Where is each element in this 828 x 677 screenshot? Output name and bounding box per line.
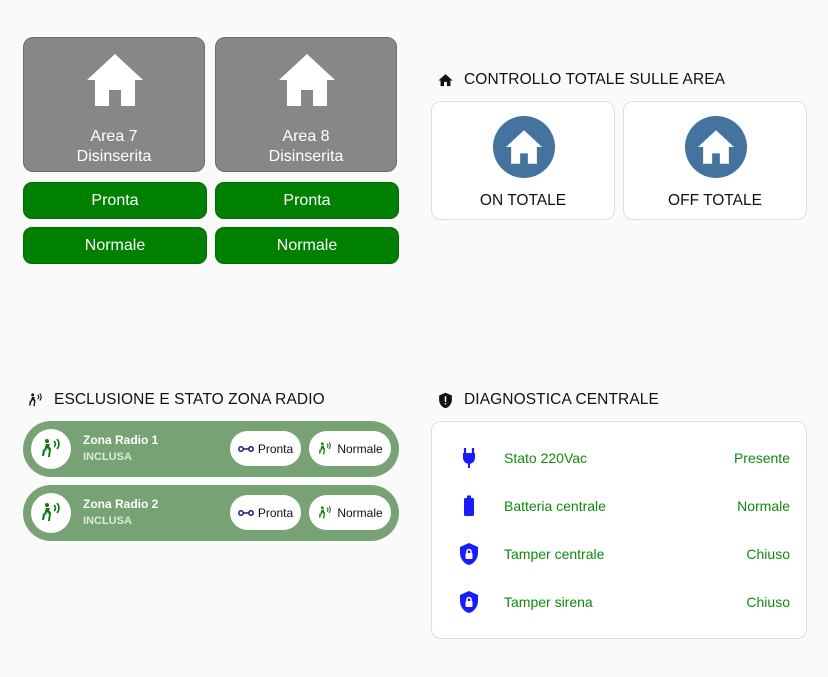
- on-totale-button[interactable]: ON TOTALE: [431, 101, 615, 220]
- area-8-status-button[interactable]: Normale: [215, 227, 399, 264]
- diag-label: Batteria centrale: [504, 498, 606, 514]
- on-totale-label: ON TOTALE: [479, 192, 567, 209]
- area-8-ready-button[interactable]: Pronta: [215, 182, 399, 219]
- area-state: Disinserita: [76, 148, 152, 165]
- zone-1-ready-chip[interactable]: Pronta: [230, 431, 301, 466]
- diag-section-header: DIAGNOSTICA CENTRALE: [437, 391, 659, 409]
- area-state: Disinserita: [268, 148, 344, 165]
- diag-row-tamper-sirena[interactable]: Tamper sirena Chiuso: [432, 590, 806, 614]
- zone-icon-circle: [31, 493, 71, 533]
- diag-label: Tamper centrale: [504, 546, 605, 562]
- diagnostica-card: Stato 220Vac Presente Batteria centrale …: [431, 421, 807, 639]
- diag-value: Normale: [737, 498, 790, 514]
- zone-state: INCLUSA: [83, 451, 132, 463]
- home-icon: [87, 54, 143, 106]
- area-name: Area 8: [282, 128, 330, 145]
- area-7-ready-button[interactable]: Pronta: [23, 182, 207, 219]
- zone-1-status-chip[interactable]: Normale: [309, 431, 391, 466]
- diag-row-tamper-centrale[interactable]: Tamper centrale Chiuso: [432, 542, 806, 566]
- section-title: DIAGNOSTICA CENTRALE: [464, 391, 659, 408]
- motion-sensor-icon: [42, 438, 60, 457]
- zone-name: Zona Radio 2: [83, 497, 159, 511]
- motion-sensor-icon: [42, 502, 60, 521]
- zone-state: INCLUSA: [83, 515, 132, 527]
- diag-label: Stato 220Vac: [504, 450, 588, 466]
- battery-icon: [464, 495, 474, 516]
- zone-section-header: ESCLUSIONE E STATO ZONA RADIO: [27, 391, 325, 409]
- diag-value: Chiuso: [746, 546, 790, 562]
- shield-alert-icon: [439, 392, 452, 408]
- home-icon: [506, 130, 542, 164]
- chip-label: Pronta: [257, 505, 294, 520]
- shield-lock-icon: [460, 591, 478, 613]
- power-plug-icon: [463, 448, 475, 468]
- area-name: Area 7: [90, 128, 138, 145]
- section-title: CONTROLLO TOTALE SULLE AREA: [464, 71, 726, 88]
- link-icon: [237, 509, 254, 516]
- diag-row-power[interactable]: Stato 220Vac Presente: [432, 446, 806, 470]
- chip-label: Normale: [337, 505, 383, 520]
- zone-2-ready-chip[interactable]: Pronta: [230, 495, 301, 530]
- on-totale-icon-circle: [493, 116, 555, 178]
- zone-2-status-chip[interactable]: Normale: [309, 495, 391, 530]
- diag-label: Tamper sirena: [504, 594, 593, 610]
- area-7-status-button[interactable]: Normale: [23, 227, 207, 264]
- home-icon: [438, 73, 453, 86]
- shield-lock-icon: [460, 543, 478, 565]
- area-7-tile[interactable]: Area 7 Disinserita: [23, 37, 205, 172]
- zone-name: Zona Radio 1: [83, 433, 159, 447]
- off-totale-icon-circle: [685, 116, 747, 178]
- zone-radio-1-row[interactable]: Zona Radio 1 INCLUSA Pronta Normale: [23, 421, 399, 477]
- area-8-tile[interactable]: Area 8 Disinserita: [215, 37, 397, 172]
- diag-value: Presente: [733, 450, 790, 466]
- off-totale-label: OFF TOTALE: [668, 192, 762, 209]
- motion-sensor-icon: [319, 505, 332, 518]
- off-totale-button[interactable]: OFF TOTALE: [623, 101, 807, 220]
- home-icon: [279, 54, 335, 106]
- section-title: ESCLUSIONE E STATO ZONA RADIO: [54, 391, 325, 408]
- motion-sensor-icon: [319, 441, 332, 454]
- zone-icon-circle: [31, 429, 71, 469]
- diag-row-battery[interactable]: Batteria centrale Normale: [432, 494, 806, 518]
- chip-label: Pronta: [257, 441, 294, 456]
- diag-value: Chiuso: [746, 594, 790, 610]
- home-icon: [698, 130, 734, 164]
- totale-section-header: CONTROLLO TOTALE SULLE AREA: [437, 71, 725, 89]
- link-icon: [237, 445, 254, 452]
- chip-label: Normale: [337, 441, 383, 456]
- zone-radio-2-row[interactable]: Zona Radio 2 INCLUSA Pronta Normale: [23, 485, 399, 541]
- motion-sensor-icon: [29, 392, 42, 406]
